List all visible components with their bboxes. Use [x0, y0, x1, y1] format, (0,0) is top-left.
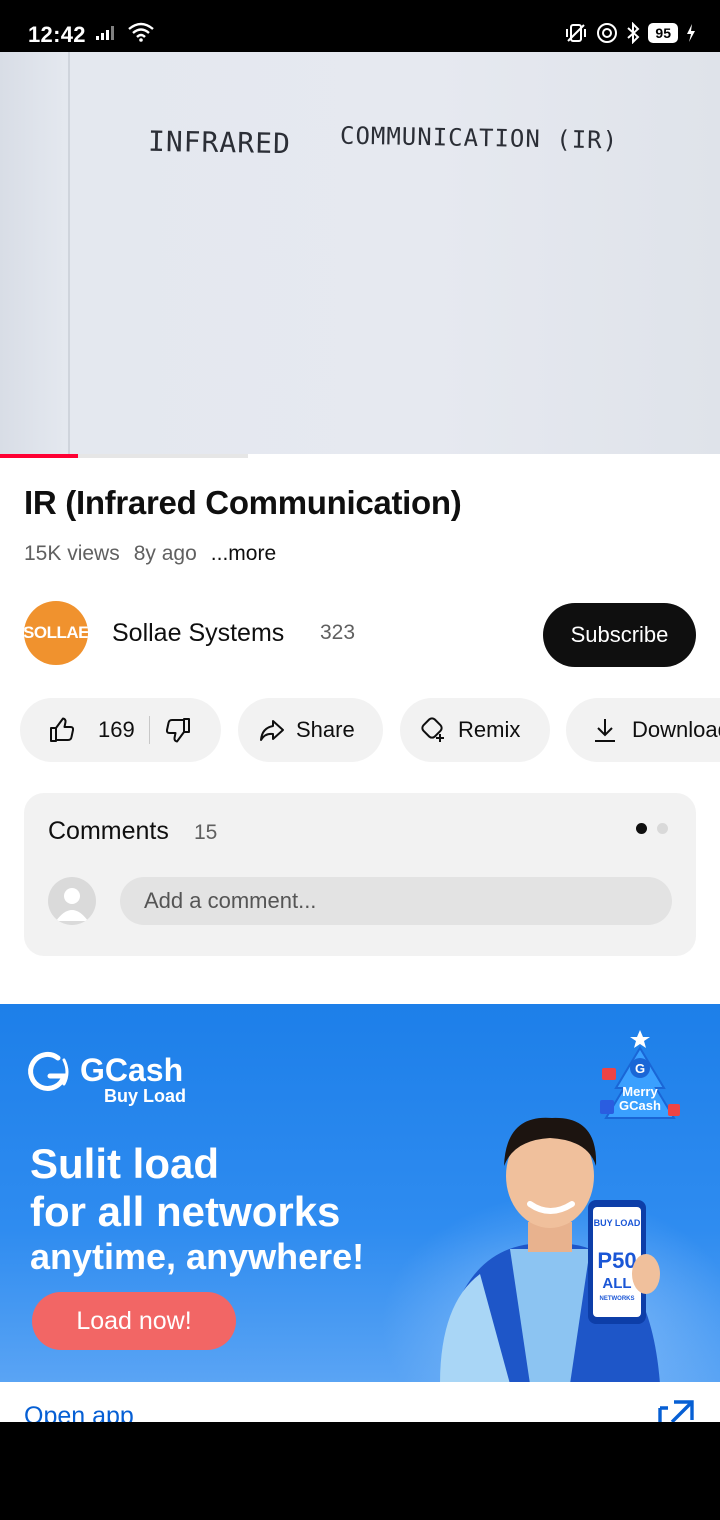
phone-label: BUY LOAD — [594, 1218, 641, 1228]
download-icon — [595, 719, 615, 742]
badge-line1: Merry — [622, 1084, 658, 1099]
gcash-logo-icon — [28, 1052, 69, 1091]
ad-headline-line2: for all networks — [30, 1188, 341, 1235]
remix-icon — [421, 717, 444, 742]
ad-model-illustration: BUY LOAD P50 ALL NETWORKS — [440, 1117, 660, 1382]
subscriber-count: 323 — [320, 621, 356, 644]
video-player[interactable]: INFRARED COMMUNICATION (IR) — [0, 52, 720, 456]
ad-headline-line1: Sulit load — [30, 1140, 219, 1187]
share-button[interactable]: Share — [238, 698, 383, 762]
channel-name[interactable]: Sollae Systems — [112, 619, 284, 648]
video-meta[interactable]: 15K views 8y ago ...more — [24, 542, 276, 566]
phone-networks: NETWORKS — [600, 1296, 635, 1302]
wifi-icon — [128, 22, 154, 42]
channel-avatar-text: SOLLAE — [24, 623, 88, 642]
channel-avatar[interactable]: SOLLAE — [24, 601, 88, 665]
signal-icon — [96, 26, 114, 40]
vibrate-icon — [566, 24, 587, 42]
channel-row[interactable]: SOLLAE Sollae Systems 323 Subscribe — [24, 601, 696, 667]
thumbs-up-icon — [50, 717, 75, 742]
status-bar: 12:42 95 — [0, 0, 720, 52]
comments-title: Comments — [48, 817, 169, 845]
status-time: 12:42 — [28, 22, 86, 47]
remix-button[interactable]: Remix — [400, 698, 550, 762]
like-dislike-group: 169 — [20, 698, 221, 762]
like-count: 169 — [98, 717, 135, 742]
comments-panel[interactable]: Comments 15 — [24, 793, 696, 956]
person-icon — [56, 888, 88, 921]
ad-brand-sub: Buy Load — [104, 1086, 187, 1106]
video-details: IR (Infrared Communication) 15K views 8y… — [0, 458, 720, 1004]
svg-text:G: G — [635, 1061, 645, 1076]
comments-pager — [636, 823, 668, 834]
view-count: 15K views — [24, 542, 120, 565]
download-button[interactable]: Download — [566, 698, 720, 762]
video-title[interactable]: IR (Infrared Communication) — [24, 484, 462, 522]
open-app-link[interactable]: Open app — [24, 1402, 134, 1422]
action-bar: 169 Share Remix Download — [20, 698, 720, 762]
more-link[interactable]: ...more — [211, 542, 276, 566]
ad-brand: GCash — [80, 1052, 184, 1088]
pager-dot — [657, 823, 668, 834]
load-now-button[interactable]: Load now! — [32, 1292, 236, 1350]
remix-label: Remix — [458, 717, 521, 742]
whiteboard-edge — [68, 52, 70, 456]
like-divider — [148, 716, 150, 744]
system-nav-bar — [0, 1422, 720, 1520]
download-label: Download — [632, 717, 720, 742]
sync-icon — [597, 23, 618, 43]
open-app-bar[interactable]: Open app — [0, 1382, 720, 1422]
ad-headline: Sulit load for all networks — [30, 1140, 340, 1236]
add-comment-input[interactable] — [120, 877, 672, 925]
video-handwriting-left: INFRARED — [147, 124, 292, 161]
ad-headline-line3: anytime, anywhere! — [30, 1236, 365, 1277]
subscribe-button[interactable]: Subscribe — [543, 603, 696, 667]
bluetooth-icon — [627, 22, 640, 44]
pager-dot-active — [636, 823, 647, 834]
battery-icon: 95 — [648, 23, 678, 43]
charging-icon — [687, 24, 695, 42]
like-button[interactable] — [48, 716, 76, 744]
user-avatar — [48, 877, 96, 925]
video-handwriting-right: COMMUNICATION (IR) — [339, 121, 619, 155]
share-label: Share — [296, 717, 355, 742]
dislike-button[interactable] — [164, 716, 192, 744]
external-link-icon[interactable] — [656, 1398, 696, 1422]
comments-count: 15 — [194, 821, 218, 844]
thumbs-down-icon — [165, 718, 190, 743]
gcash-ad-banner[interactable]: GCash Buy Load Sulit load for all networ… — [0, 1004, 720, 1382]
share-icon — [260, 720, 284, 741]
upload-age: 8y ago — [133, 542, 197, 565]
phone-price: P50 — [597, 1248, 636, 1273]
phone-all: ALL — [602, 1275, 631, 1292]
